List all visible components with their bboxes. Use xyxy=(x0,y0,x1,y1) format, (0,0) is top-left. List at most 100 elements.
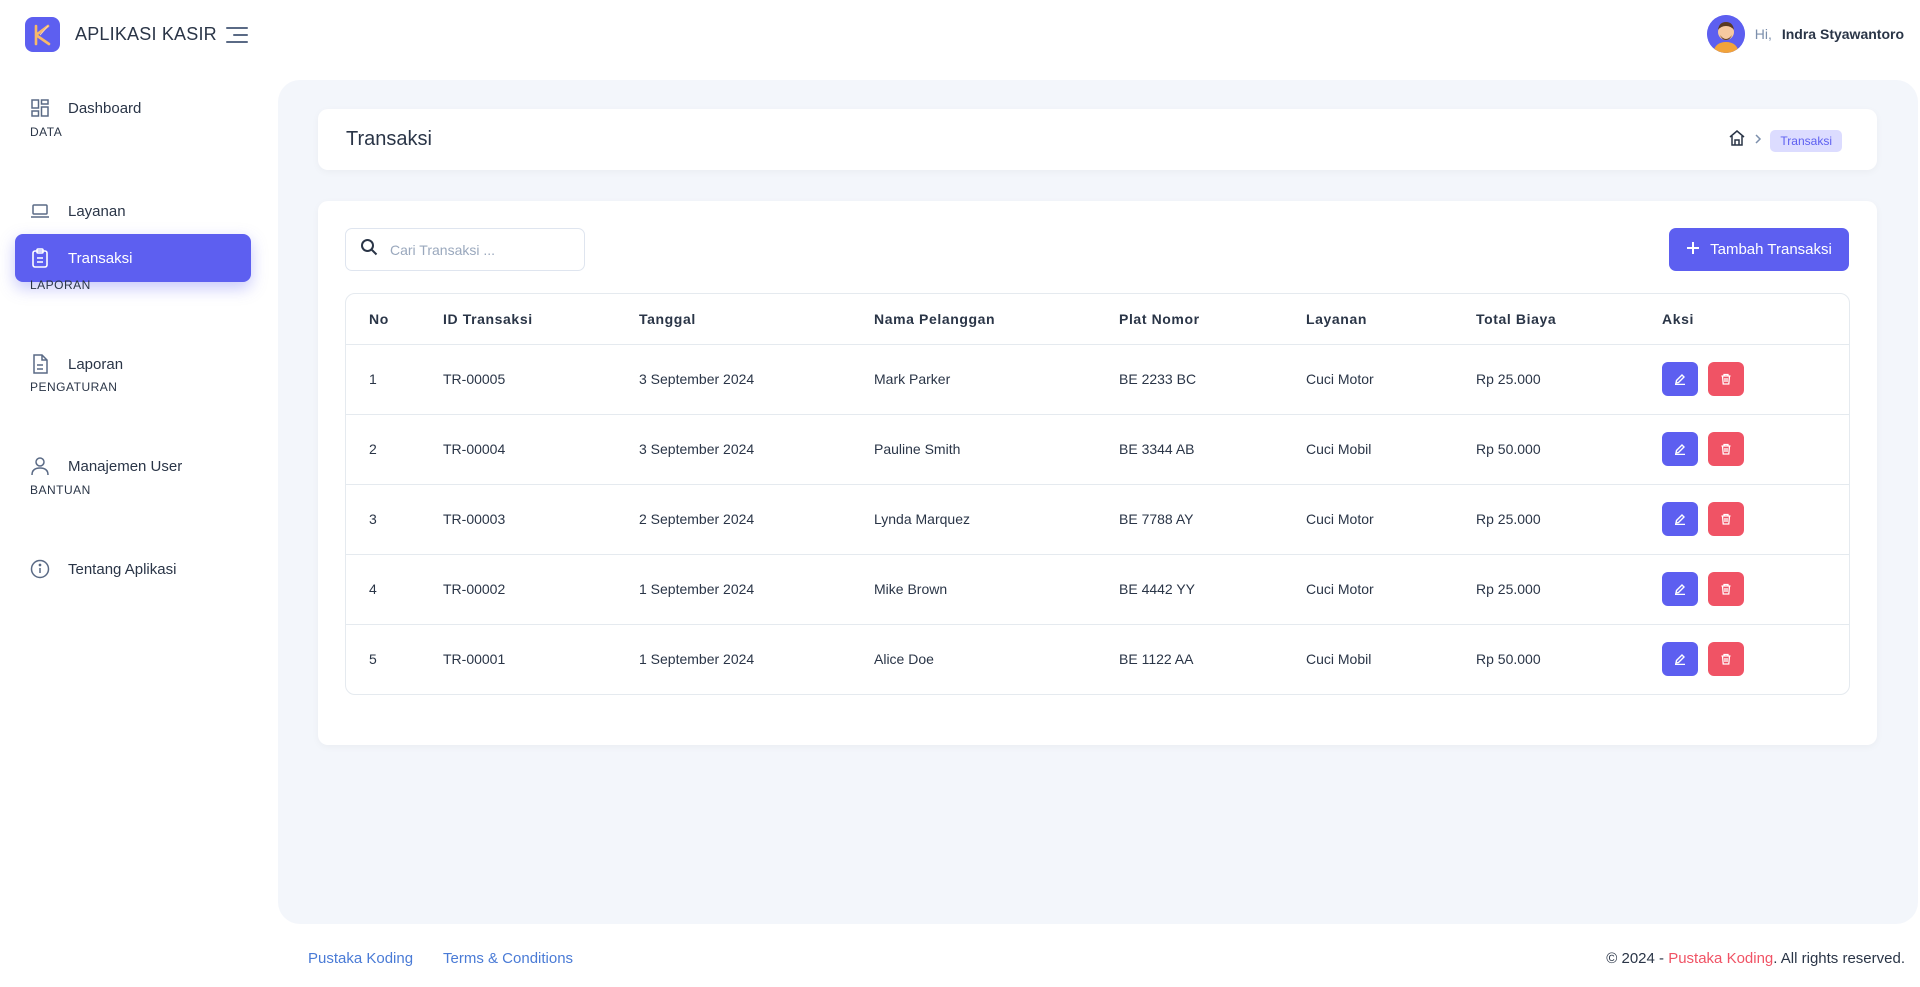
section-label-pengaturan: PENGATURAN xyxy=(30,380,118,394)
user-menu[interactable]: Hi, Indra Styawantoro xyxy=(1706,15,1904,53)
action-cell xyxy=(1662,484,1849,555)
sidebar-item-label: Manajemen User xyxy=(68,457,183,475)
sidebar-item-tentang-aplikasi[interactable]: Tentang Aplikasi xyxy=(15,545,251,593)
table-cell: Rp 50.000 xyxy=(1476,414,1662,485)
column-header: Aksi xyxy=(1662,294,1849,345)
chevron-right-icon xyxy=(1754,132,1762,150)
table-cell: 3 September 2024 xyxy=(639,344,874,415)
page-header-card: Transaksi Transaksi xyxy=(318,109,1877,170)
delete-button[interactable] xyxy=(1708,642,1744,677)
section-label-data: DATA xyxy=(30,125,63,139)
table-cell: 1 September 2024 xyxy=(639,554,874,625)
table-cell: Rp 25.000 xyxy=(1476,554,1662,625)
table-cell: Alice Doe xyxy=(874,651,934,668)
column-header[interactable]: No xyxy=(346,294,443,345)
edit-button[interactable] xyxy=(1662,642,1698,677)
sidebar-item-label: Transaksi xyxy=(68,249,133,267)
footer-link-pustaka-koding[interactable]: Pustaka Koding xyxy=(308,950,413,967)
avatar[interactable] xyxy=(1706,15,1745,53)
app-title: APLIKASI KASIR xyxy=(75,24,217,44)
top-bar: APLIKASI KASIR Hi, Indra Styawantoro xyxy=(0,0,1920,70)
copyright-text: © 2024 - Pustaka Koding. All rights rese… xyxy=(1606,950,1905,967)
file-text-icon xyxy=(30,354,50,374)
table-cell: Rp 25.000 xyxy=(1476,344,1662,415)
action-cell xyxy=(1662,554,1849,625)
column-header[interactable]: Total Biaya xyxy=(1476,294,1662,345)
delete-button[interactable] xyxy=(1708,432,1744,466)
delete-button[interactable] xyxy=(1708,572,1744,606)
edit-button[interactable] xyxy=(1662,432,1698,466)
table-cell: 3 xyxy=(346,484,443,555)
delete-button[interactable] xyxy=(1708,502,1744,536)
table-cell: 5 xyxy=(369,651,377,668)
table-row: 2 TR-00004 3 September 2024 Pauline Smith BE… xyxy=(346,414,1849,485)
table-cell: TR-00003 xyxy=(443,484,639,555)
table-cell: 2 September 2024 xyxy=(639,484,874,555)
menu-toggle-icon[interactable] xyxy=(226,26,248,44)
plus-icon xyxy=(1686,241,1700,259)
table-cell: 1 September 2024 xyxy=(639,651,755,668)
table-row: 5 TR-00001 1 September 2024 Alice Doe BE 112… xyxy=(346,624,1849,694)
column-header[interactable]: Layanan xyxy=(1306,294,1476,345)
edit-icon xyxy=(1675,374,1685,385)
breadcrumb-current: Transaksi xyxy=(1770,129,1842,152)
edit-button[interactable] xyxy=(1662,572,1698,606)
sidebar-item-transaksi[interactable]: Transaksi xyxy=(15,234,251,282)
footer: Pustaka Koding Terms & Conditions © 2024… xyxy=(0,940,1920,980)
trash-icon xyxy=(1721,373,1731,385)
action-cell xyxy=(1662,624,1849,694)
edit-icon xyxy=(1675,584,1685,595)
user-icon xyxy=(30,456,50,476)
delete-button[interactable] xyxy=(1708,362,1744,396)
add-transaction-label: Tambah Transaksi xyxy=(1710,241,1832,258)
edit-icon xyxy=(1675,444,1685,455)
edit-icon xyxy=(1675,654,1685,666)
table-cell: 1 xyxy=(346,344,443,415)
edit-icon xyxy=(1675,514,1685,525)
table-cell: Rp 50.000 xyxy=(1476,651,1541,668)
column-header[interactable]: Nama Pelanggan xyxy=(874,294,1119,345)
home-icon[interactable] xyxy=(1728,129,1746,152)
info-icon xyxy=(30,559,50,579)
table-cell: BE 1122 AA xyxy=(1119,651,1194,668)
user-name: Indra Styawantoro xyxy=(1781,26,1904,42)
add-transaction-button[interactable]: Tambah Transaksi xyxy=(1669,228,1849,271)
clipboard-icon xyxy=(30,248,50,268)
breadcrumb: Transaksi xyxy=(1728,129,1842,152)
table-row: 1 TR-00005 3 September 2024 Mark Parker BE 2… xyxy=(346,344,1849,415)
copyright-prefix: © 2024 - xyxy=(1606,950,1669,967)
trash-icon xyxy=(1721,583,1731,595)
table-cell: Cuci Motor xyxy=(1306,554,1476,625)
edit-button[interactable] xyxy=(1662,362,1698,396)
edit-button[interactable] xyxy=(1662,502,1698,536)
sidebar: Dashboard DATA Layanan Transaksi LAPORAN… xyxy=(0,70,268,987)
column-header[interactable]: Tanggal xyxy=(639,294,874,345)
table-cell: TR-00001 xyxy=(443,651,506,668)
table-header-row: No ID Transaksi Tanggal Nama Pelanggan P… xyxy=(346,294,1849,345)
table-cell: Mike Brown xyxy=(874,554,1119,625)
table-cell: Cuci Motor xyxy=(1306,484,1476,555)
copyright-suffix: . All rights reserved. xyxy=(1773,950,1905,967)
copyright-brand-link[interactable]: Pustaka Koding xyxy=(1668,950,1773,967)
main-content: Transaksi Transaksi Tambah Transaksi xyxy=(278,80,1918,924)
dashboard-icon xyxy=(30,98,50,118)
app-logo-icon[interactable] xyxy=(25,17,60,52)
search-input[interactable] xyxy=(390,241,580,258)
table-cell: Pauline Smith xyxy=(874,414,1119,485)
search-box[interactable] xyxy=(345,228,585,271)
table-cell: TR-00002 xyxy=(443,554,639,625)
sidebar-item-label: Tentang Aplikasi xyxy=(68,560,177,578)
table-cell: Cuci Mobil xyxy=(1306,651,1372,668)
section-label-bantuan: BANTUAN xyxy=(30,483,91,497)
footer-link-terms[interactable]: Terms & Conditions xyxy=(443,950,573,967)
table-row: 4 TR-00002 1 September 2024 Mike Brown BE 44… xyxy=(346,554,1849,625)
table-cell: 2 xyxy=(346,414,443,485)
column-header[interactable]: ID Transaksi xyxy=(443,294,639,345)
table-cell: Rp 25.000 xyxy=(1476,484,1662,555)
table-cell: BE 7788 AY xyxy=(1119,484,1306,555)
table-cell: Cuci Mobil xyxy=(1306,414,1476,485)
table-cell: 3 September 2024 xyxy=(639,414,874,485)
user-greeting: Hi, xyxy=(1754,26,1772,42)
sidebar-item-layanan[interactable]: Layanan xyxy=(15,187,251,235)
column-header[interactable]: Plat Nomor xyxy=(1119,294,1306,345)
